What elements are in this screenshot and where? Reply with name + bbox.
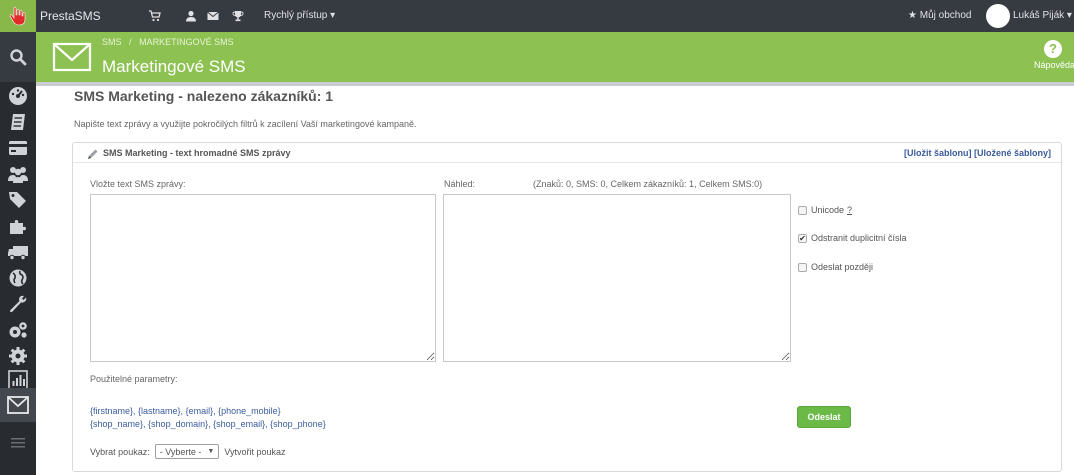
breadcrumb-separator: / — [129, 37, 132, 47]
unicode-help-link[interactable]: ? — [847, 205, 852, 215]
page-intro: Napište text zprávy a využijte pokročilý… — [74, 119, 417, 129]
panel-title: SMS Marketing - text hromadné SMS zprávy — [103, 148, 291, 158]
sms-panel: SMS Marketing - text hromadné SMS zprávy… — [72, 142, 1062, 472]
panel-heading: SMS Marketing - text hromadné SMS zprávy… — [73, 143, 1061, 163]
dashboard-icon[interactable] — [6, 84, 30, 108]
help-label: Nápověda — [1034, 60, 1074, 70]
menu-collapse-icon[interactable] — [6, 431, 30, 455]
preview-stats: (Znaků: 0, SMS: 0, Celkem zákazníků: 1, … — [533, 179, 763, 189]
caret-down-icon: ▼ — [207, 448, 215, 455]
save-template-link[interactable]: [Uložit šablonu] — [904, 148, 972, 158]
create-voucher-link[interactable]: Vytvořit poukaz — [224, 447, 285, 457]
voucher-label: Vybrat poukaz: — [90, 446, 150, 457]
search-icon — [10, 49, 27, 66]
header-title: Marketingové SMS — [102, 57, 246, 76]
dedupe-option[interactable]: ✔ Odstranit duplicitní čísla — [798, 233, 907, 243]
globe-icon[interactable] — [6, 266, 30, 290]
page-title: SMS Marketing - nalezeno zákazníků: 1 — [74, 88, 334, 104]
unicode-option[interactable]: Unicode ? — [798, 205, 852, 215]
question-icon: ? — [1044, 40, 1062, 58]
unicode-label: Unicode — [811, 205, 845, 215]
pencil-icon — [88, 149, 98, 159]
voucher-select[interactable]: - Vyberte - ▼ — [154, 444, 220, 459]
sms-envelope-icon — [7, 396, 29, 414]
quick-access-label: Rychlý přístup — [264, 10, 328, 21]
cart-icon[interactable] — [149, 10, 161, 22]
send-later-option[interactable]: Odeslat později — [798, 262, 873, 272]
top-bar: PrestaSMS Rychlý přístup ▾ ★ Můj obchod … — [0, 0, 1074, 32]
sidebar — [0, 32, 36, 475]
orders-book-icon[interactable] — [6, 110, 30, 134]
breadcrumb-marketing-sms[interactable]: MARKETINGOVÉ SMS — [139, 37, 234, 47]
customers-group-icon[interactable] — [6, 162, 30, 186]
advanced-gears-icon[interactable] — [6, 318, 30, 342]
dedupe-checkbox[interactable]: ✔ — [798, 233, 807, 243]
template-links: [Uložit šablonu] [Uložené šablony] — [904, 148, 1051, 158]
params-line-2: {shop_name}, {shop_domain}, {shop_email}… — [90, 419, 326, 429]
envelope-icon[interactable] — [207, 10, 219, 22]
tags-icon[interactable] — [6, 188, 30, 212]
send-later-checkbox[interactable] — [798, 262, 807, 272]
avatar[interactable] — [986, 4, 1010, 28]
breadcrumb-sms[interactable]: SMS — [102, 37, 122, 47]
shipping-truck-icon[interactable] — [6, 240, 30, 264]
message-textarea[interactable] — [90, 194, 436, 362]
header-divider — [36, 82, 1074, 86]
trophy-icon[interactable] — [232, 10, 244, 22]
page-header: SMS / MARKETINGOVÉ SMS Marketingové SMS … — [36, 32, 1074, 82]
modules-puzzle-icon[interactable] — [6, 214, 30, 238]
brand-name[interactable]: PrestaSMS — [40, 9, 101, 23]
caret-down-icon: ▾ — [330, 10, 336, 21]
preview-label: Náhled: — [444, 179, 476, 189]
unicode-checkbox[interactable] — [798, 205, 807, 215]
my-shop-link[interactable]: ★ Můj obchod — [908, 10, 971, 21]
params-line-1: {firstname}, {lastname}, {email}, {phone… — [90, 406, 281, 416]
user-name: Lukáš Piják — [1013, 10, 1065, 21]
hand-pointer-logo-icon[interactable] — [0, 0, 36, 32]
preview-textarea[interactable] — [443, 194, 791, 362]
breadcrumb: SMS / MARKETINGOVÉ SMS — [102, 37, 234, 47]
settings-gear-icon[interactable] — [6, 344, 30, 368]
caret-down-icon: ▾ — [1066, 10, 1072, 21]
voucher-selected-value: - Vyberte - — [159, 446, 202, 457]
payment-card-icon[interactable] — [6, 136, 30, 160]
star-icon: ★ — [908, 10, 917, 21]
my-shop-label: Můj obchod — [919, 10, 972, 21]
user-menu[interactable]: Lukáš Piják ▾ — [1013, 10, 1072, 21]
voucher-row: Vybrat poukaz: - Vyberte - ▼ Vytvořit po… — [90, 444, 286, 459]
wrench-icon[interactable] — [6, 292, 30, 316]
dedupe-label: Odstranit duplicitní čísla — [811, 233, 907, 243]
user-icon[interactable] — [185, 10, 197, 22]
help-button[interactable]: ? Nápověda — [1034, 40, 1074, 70]
send-later-label: Odeslat později — [811, 262, 874, 272]
send-button[interactable]: Odeslat — [797, 406, 851, 428]
params-label: Použitelné parametry: — [90, 374, 178, 384]
sidebar-item-sms[interactable] — [0, 388, 36, 422]
sms-module-envelope-icon — [52, 40, 92, 74]
sidebar-search-button[interactable] — [0, 32, 36, 82]
quick-access-menu[interactable]: Rychlý přístup ▾ — [264, 10, 335, 21]
message-label: Vložte text SMS zprávy: — [90, 179, 186, 189]
saved-templates-link[interactable]: [Uložené šablony] — [974, 148, 1051, 158]
